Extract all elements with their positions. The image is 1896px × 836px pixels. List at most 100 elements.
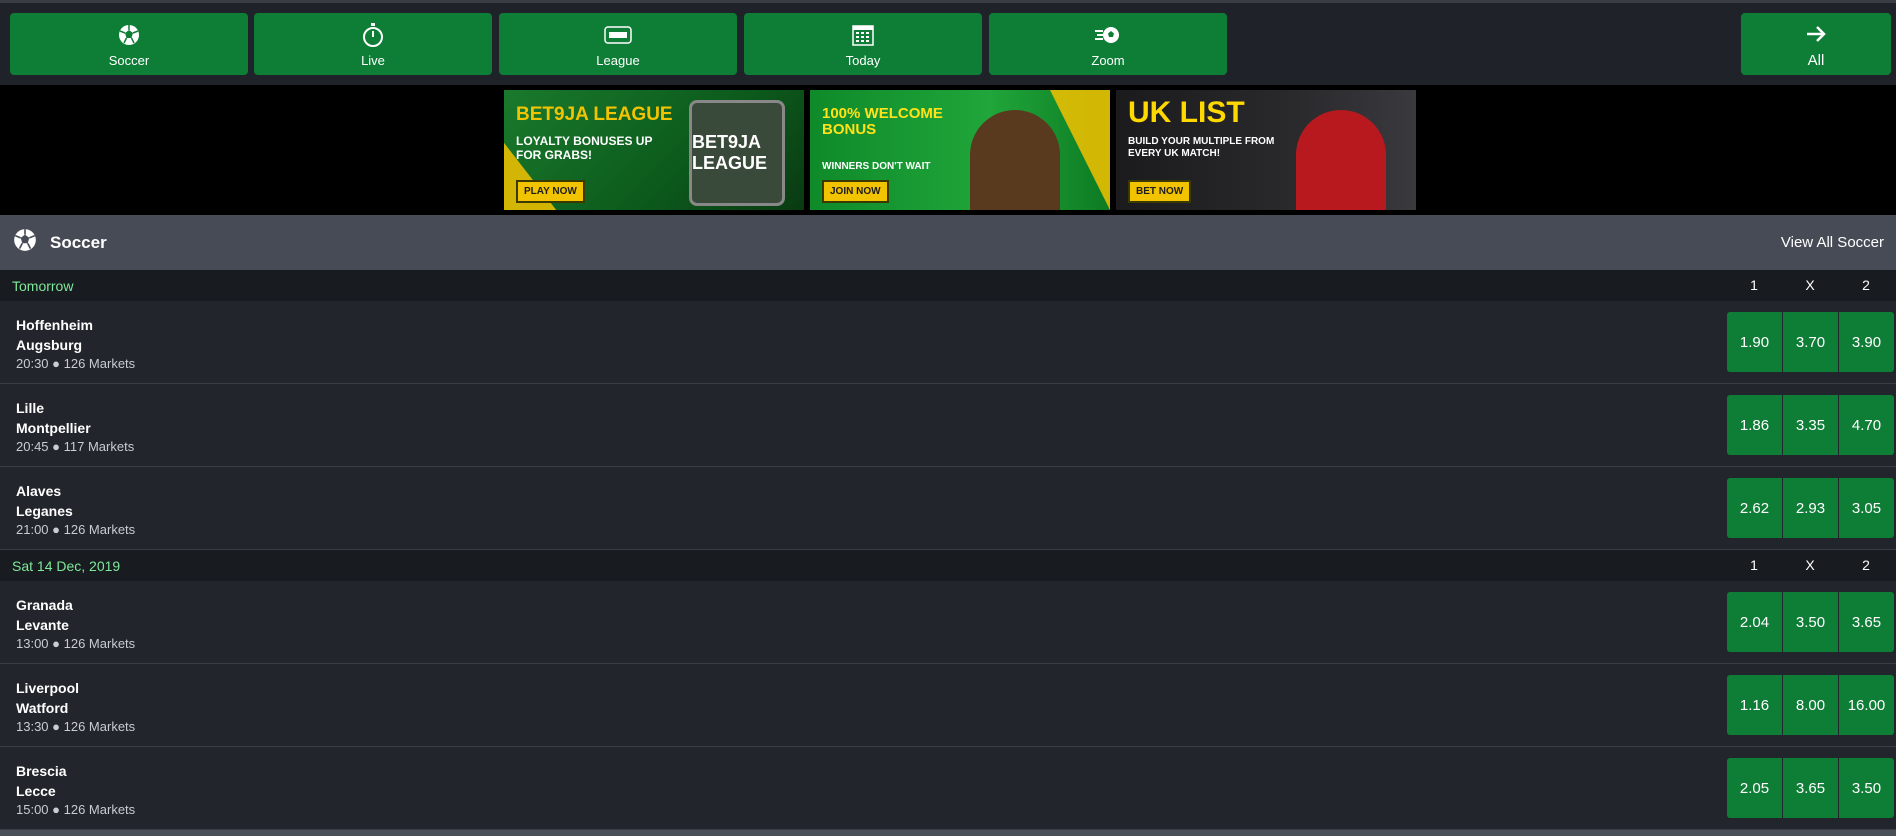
banner-headline: 100% WELCOME BONUS (822, 105, 943, 138)
match-row[interactable]: Hoffenheim Augsburg 20:30 ● 126 Markets … (0, 301, 1896, 384)
match-row[interactable]: Liverpool Watford 13:30 ● 126 Markets 1.… (0, 664, 1896, 747)
odd-away[interactable]: 16.00 (1839, 675, 1894, 735)
nav-today-label: Today (845, 52, 881, 68)
soccer-section-header: Soccer View All Soccer (0, 215, 1896, 270)
date-label: Sat 14 Dec, 2019 (12, 557, 121, 574)
odd-draw[interactable]: 3.70 (1783, 312, 1838, 372)
match-time: 21:00 (16, 522, 49, 537)
odd-draw[interactable]: 3.50 (1783, 592, 1838, 652)
banner-bet-now-button[interactable]: BET NOW (1128, 180, 1192, 203)
odd-away[interactable]: 3.90 (1839, 312, 1894, 372)
col-head-draw: X (1805, 557, 1815, 573)
odd-draw[interactable]: 8.00 (1783, 675, 1838, 735)
markets-count[interactable]: 126 Markets (64, 522, 136, 537)
date-group-header: Sat 14 Dec, 2019 1 X 2 (0, 550, 1896, 581)
banner-uk-list[interactable]: UK LIST BUILD YOUR MULTIPLE FROM EVERY U… (1116, 90, 1416, 210)
banner-headline: UK LIST (1128, 96, 1245, 129)
odd-away[interactable]: 4.70 (1839, 395, 1894, 455)
nav-all-button[interactable]: All (1741, 13, 1891, 75)
odds-column-headers: 1 X 2 (1726, 550, 1894, 581)
match-row[interactable]: Alaves Leganes 21:00 ● 126 Markets 2.62 … (0, 467, 1896, 550)
match-time: 20:45 (16, 439, 49, 454)
banner-bet9ja-league[interactable]: BET9JA LEAGUE BET9JA LEAGUE LOYALTY BONU… (504, 90, 804, 210)
match-row[interactable]: Brescia Lecce 15:00 ● 126 Markets 2.05 3… (0, 747, 1896, 830)
odd-draw[interactable]: 3.65 (1783, 758, 1838, 818)
match-meta: 13:30 ● 126 Markets (16, 719, 136, 734)
soccer-ball-icon (12, 227, 38, 258)
nav-league-button[interactable]: League (499, 13, 737, 75)
nav-live-button[interactable]: Live (254, 13, 492, 75)
banner-subtext: LOYALTY BONUSES UP FOR GRABS! (516, 134, 653, 162)
calendar-icon (851, 21, 875, 49)
odd-home[interactable]: 2.62 (1727, 478, 1782, 538)
home-team: Lille (16, 400, 45, 416)
soccer-ball-icon (117, 21, 141, 49)
away-team: Watford (16, 700, 69, 716)
odd-home[interactable]: 2.04 (1727, 592, 1782, 652)
col-head-draw: X (1805, 277, 1815, 293)
nav-today-button[interactable]: Today (744, 13, 982, 75)
match-meta: 21:00 ● 126 Markets (16, 522, 136, 537)
bet9ja-league-icon (603, 21, 633, 49)
odd-home[interactable]: 1.90 (1727, 312, 1782, 372)
banner-play-now-button[interactable]: PLAY NOW (516, 180, 585, 203)
markets-count[interactable]: 126 Markets (64, 356, 136, 371)
nav-all-label: All (1807, 51, 1825, 69)
player-image (1296, 110, 1386, 210)
away-team: Montpellier (16, 420, 91, 436)
match-row[interactable]: Lille Montpellier 20:45 ● 117 Markets 1.… (0, 384, 1896, 467)
date-group-header: Tomorrow 1 X 2 (0, 270, 1896, 301)
odd-home[interactable]: 1.16 (1727, 675, 1782, 735)
section-title: Soccer (50, 232, 107, 252)
home-team: Liverpool (16, 680, 80, 696)
banner-welcome-bonus[interactable]: 100% WELCOME BONUS WINNERS DON'T WAIT JO… (810, 90, 1110, 210)
league-phone-graphic: BET9JA LEAGUE (689, 100, 785, 206)
odd-draw[interactable]: 3.35 (1783, 395, 1838, 455)
away-team: Lecce (16, 783, 56, 799)
away-team: Augsburg (16, 337, 83, 353)
match-time: 13:00 (16, 636, 49, 651)
odd-away[interactable]: 3.65 (1839, 592, 1894, 652)
col-head-away: 2 (1862, 557, 1870, 573)
home-team: Granada (16, 597, 73, 613)
banner-join-now-button[interactable]: JOIN NOW (822, 180, 889, 203)
match-meta: 20:30 ● 126 Markets (16, 356, 136, 371)
home-team: Alaves (16, 483, 62, 499)
banner-subtext: BUILD YOUR MULTIPLE FROM EVERY UK MATCH! (1128, 136, 1275, 159)
home-team: Hoffenheim (16, 317, 93, 333)
promo-banners: BET9JA LEAGUE BET9JA LEAGUE LOYALTY BONU… (0, 85, 1896, 215)
markets-count[interactable]: 126 Markets (64, 636, 136, 651)
nav-soccer-label: Soccer (108, 52, 150, 68)
zoom-ball-icon (1093, 21, 1123, 49)
col-head-home: 1 (1750, 557, 1758, 573)
odd-away[interactable]: 3.05 (1839, 478, 1894, 538)
bottom-divider (0, 830, 1896, 836)
banner-subtext: WINNERS DON'T WAIT (822, 161, 931, 172)
arrow-right-icon (1805, 20, 1827, 48)
markets-count[interactable]: 117 Markets (64, 439, 135, 454)
odd-home[interactable]: 2.05 (1727, 758, 1782, 818)
match-meta: 15:00 ● 126 Markets (16, 802, 136, 817)
home-team: Brescia (16, 763, 67, 779)
view-all-soccer-link[interactable]: View All Soccer (1781, 234, 1884, 251)
away-team: Levante (16, 617, 69, 633)
match-time: 20:30 (16, 356, 49, 371)
top-nav-bar: Soccer Live League Today Zoom All (0, 0, 1896, 85)
col-head-home: 1 (1750, 277, 1758, 293)
away-team: Leganes (16, 503, 73, 519)
nav-zoom-label: Zoom (1091, 52, 1125, 68)
match-time: 13:30 (16, 719, 49, 734)
nav-soccer-button[interactable]: Soccer (10, 13, 248, 75)
nav-zoom-button[interactable]: Zoom (989, 13, 1227, 75)
odd-away[interactable]: 3.50 (1839, 758, 1894, 818)
match-row[interactable]: Granada Levante 13:00 ● 126 Markets 2.04… (0, 581, 1896, 664)
match-meta: 20:45 ● 117 Markets (16, 439, 135, 454)
markets-count[interactable]: 126 Markets (64, 719, 136, 734)
match-meta: 13:00 ● 126 Markets (16, 636, 136, 651)
odd-home[interactable]: 1.86 (1727, 395, 1782, 455)
col-head-away: 2 (1862, 277, 1870, 293)
odd-draw[interactable]: 2.93 (1783, 478, 1838, 538)
banner-headline: BET9JA LEAGUE (516, 104, 673, 125)
markets-count[interactable]: 126 Markets (64, 802, 136, 817)
person-image (970, 110, 1060, 210)
